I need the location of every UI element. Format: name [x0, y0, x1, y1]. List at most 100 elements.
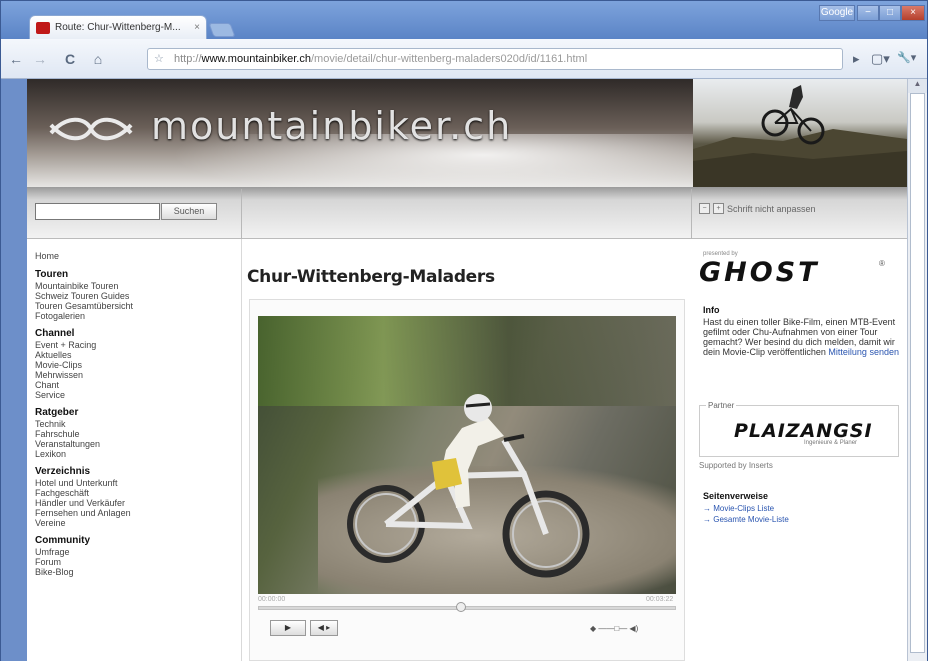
vertical-scrollbar[interactable]: ▲ [907, 79, 927, 661]
scroll-up-icon[interactable]: ▲ [908, 79, 927, 93]
nav-link[interactable]: Fotogalerien [35, 311, 235, 321]
nav-link[interactable]: Forum [35, 557, 235, 567]
reload-icon[interactable]: C [61, 51, 79, 67]
registered-mark: ® [879, 259, 885, 268]
url-host: www.mountainbiker.ch [201, 53, 311, 65]
scroll-thumb[interactable] [910, 93, 925, 653]
nav-section-title[interactable]: Ratgeber [35, 407, 235, 419]
maximize-button[interactable]: □ [879, 5, 901, 21]
tab-close-icon[interactable]: × [194, 22, 200, 33]
time-elapsed: 00:00:00 [258, 596, 286, 603]
page-menu-icon[interactable]: ▢▾ [871, 51, 890, 67]
ghost-logo[interactable]: GHOST [699, 257, 820, 288]
nav-link[interactable]: Veranstaltungen [35, 439, 235, 449]
nav-link[interactable]: Bike-Blog [35, 567, 235, 577]
nav-link[interactable]: Händler und Verkäufer [35, 498, 235, 508]
address-bar[interactable]: ☆ http://www.mountainbiker.ch/movie/deta… [147, 48, 843, 70]
supported-by: Supported by Inserts [699, 461, 773, 470]
forward-icon[interactable]: → [31, 51, 49, 67]
font-size-controls: − + Schrift nicht anpassen [699, 203, 816, 214]
left-navigation: Home Touren Mountainbike Touren Schweiz … [35, 251, 235, 584]
nav-link[interactable]: Fahrschule [35, 429, 235, 439]
page-title: Chur-Wittenberg-Maladers [247, 267, 495, 287]
volume-control[interactable]: ◆ ——□— ◀) [590, 624, 638, 633]
nav-link[interactable]: Fernsehen und Anlagen [35, 508, 235, 518]
column-divider [241, 239, 242, 661]
partner-ad[interactable]: Partner PLAIZANGSI Ingenieure & Planer [699, 401, 899, 457]
site-logo-text[interactable]: mountainbiker.ch [151, 104, 512, 148]
search-bar-region: Suchen − + Schrift nicht anpassen [27, 187, 907, 239]
column-divider [691, 189, 692, 239]
nav-link[interactable]: Movie-Clips [35, 360, 235, 370]
nav-link[interactable]: Chant [35, 380, 235, 390]
font-smaller-button[interactable]: − [699, 203, 710, 214]
url-prefix: http:// [174, 53, 202, 65]
video-frame[interactable] [258, 316, 676, 594]
nav-section: Verzeichnis Hotel und Unterkunft Fachges… [35, 466, 235, 528]
minimize-button[interactable]: − [857, 5, 879, 21]
nav-link[interactable]: Fachgeschäft [35, 488, 235, 498]
site-search-input[interactable] [35, 203, 160, 220]
font-larger-button[interactable]: + [713, 203, 724, 214]
related-heading: Seitenverweise [703, 491, 769, 501]
nav-link[interactable]: Lexikon [35, 449, 235, 459]
site-logo-icon[interactable] [47, 109, 135, 149]
font-size-label[interactable]: Schrift nicht anpassen [727, 204, 816, 214]
video-player: 00:00:00 00:03:22 ▶ ◀ ▸ ◆ ——□— ◀) [249, 299, 685, 661]
nav-link[interactable]: Aktuelles [35, 350, 235, 360]
nav-link[interactable]: Hotel und Unterkunft [35, 478, 235, 488]
wrench-menu-icon[interactable]: 🔧▾ [897, 51, 916, 64]
search-button[interactable]: Suchen [161, 203, 217, 220]
nav-section: Ratgeber Technik Fahrschule Veranstaltun… [35, 407, 235, 459]
plaizangsi-logo[interactable]: PLAIZANGSI [734, 420, 873, 442]
page-action-icon[interactable]: ▸ [853, 51, 860, 67]
browser-toolbar: ← → C ⌂ ☆ http://www.mountainbiker.ch/mo… [1, 39, 927, 79]
nav-link[interactable]: Event + Racing [35, 340, 235, 350]
related-link[interactable]: → Gesamte Movie-Liste [703, 515, 789, 524]
mountain-biker-image [347, 394, 590, 578]
nav-link[interactable]: Vereine [35, 518, 235, 528]
browser-window: Route: Chur-Wittenberg-M... × Google − □… [0, 0, 928, 661]
site-banner: mountainbiker.ch [27, 79, 907, 204]
video-progress-bar[interactable] [258, 606, 676, 610]
nav-section: Channel Event + Racing Aktuelles Movie-C… [35, 328, 235, 400]
time-total: 00:03:22 [646, 596, 674, 603]
stop-button[interactable]: ◀ ▸ [310, 620, 338, 636]
profile-button[interactable]: Google [819, 5, 855, 21]
page-viewport: mountainbiker.ch Suchen − + Schrift nich… [27, 79, 907, 661]
ad-subtitle: Ingenieure & Planer [804, 440, 858, 446]
info-text: Hast du einen toller Bike-Film, einen MT… [703, 317, 899, 357]
close-window-button[interactable]: × [901, 5, 925, 21]
ad-label: Partner [706, 401, 737, 410]
nav-link[interactable]: Mehrwissen [35, 370, 235, 380]
nav-section-title[interactable]: Channel [35, 328, 235, 340]
banner-bike-photo [693, 79, 907, 187]
nav-section-title[interactable]: Touren [35, 269, 235, 281]
related-link[interactable]: → Movie-Clips Liste [703, 504, 774, 513]
progress-handle[interactable] [456, 602, 466, 612]
window-left-edge [1, 79, 27, 661]
play-button[interactable]: ▶ [270, 620, 306, 636]
nav-section: Touren Mountainbike Touren Schweiz Toure… [35, 269, 235, 321]
nav-section-title[interactable]: Verzeichnis [35, 466, 235, 478]
nav-link[interactable]: Umfrage [35, 547, 235, 557]
new-tab-button[interactable] [208, 23, 236, 37]
favicon-icon [36, 21, 50, 34]
home-icon[interactable]: ⌂ [89, 51, 107, 67]
nav-link[interactable]: Technik [35, 419, 235, 429]
nav-link[interactable]: Touren Gesamtübersicht [35, 301, 235, 311]
info-send-link[interactable]: Mitteilung senden [828, 347, 899, 357]
nav-section-title[interactable]: Community [35, 535, 235, 547]
info-heading: Info [703, 305, 720, 315]
nav-link[interactable]: Mountainbike Touren [35, 281, 235, 291]
url-path: /movie/detail/chur-wittenberg-maladers02… [310, 53, 588, 65]
right-sidebar: presented by GHOST ® Info Hast du einen … [693, 239, 907, 661]
nav-link[interactable]: Schweiz Touren Guides [35, 291, 235, 301]
browser-tab[interactable]: Route: Chur-Wittenberg-M... × [29, 15, 207, 39]
nav-home-link[interactable]: Home [35, 251, 235, 261]
title-bar: Route: Chur-Wittenberg-M... × Google − □… [1, 1, 927, 39]
bookmark-star-icon[interactable]: ☆ [154, 49, 164, 69]
back-icon[interactable]: ← [7, 51, 25, 67]
tab-title: Route: Chur-Wittenberg-M... [55, 22, 181, 33]
nav-link[interactable]: Service [35, 390, 235, 400]
